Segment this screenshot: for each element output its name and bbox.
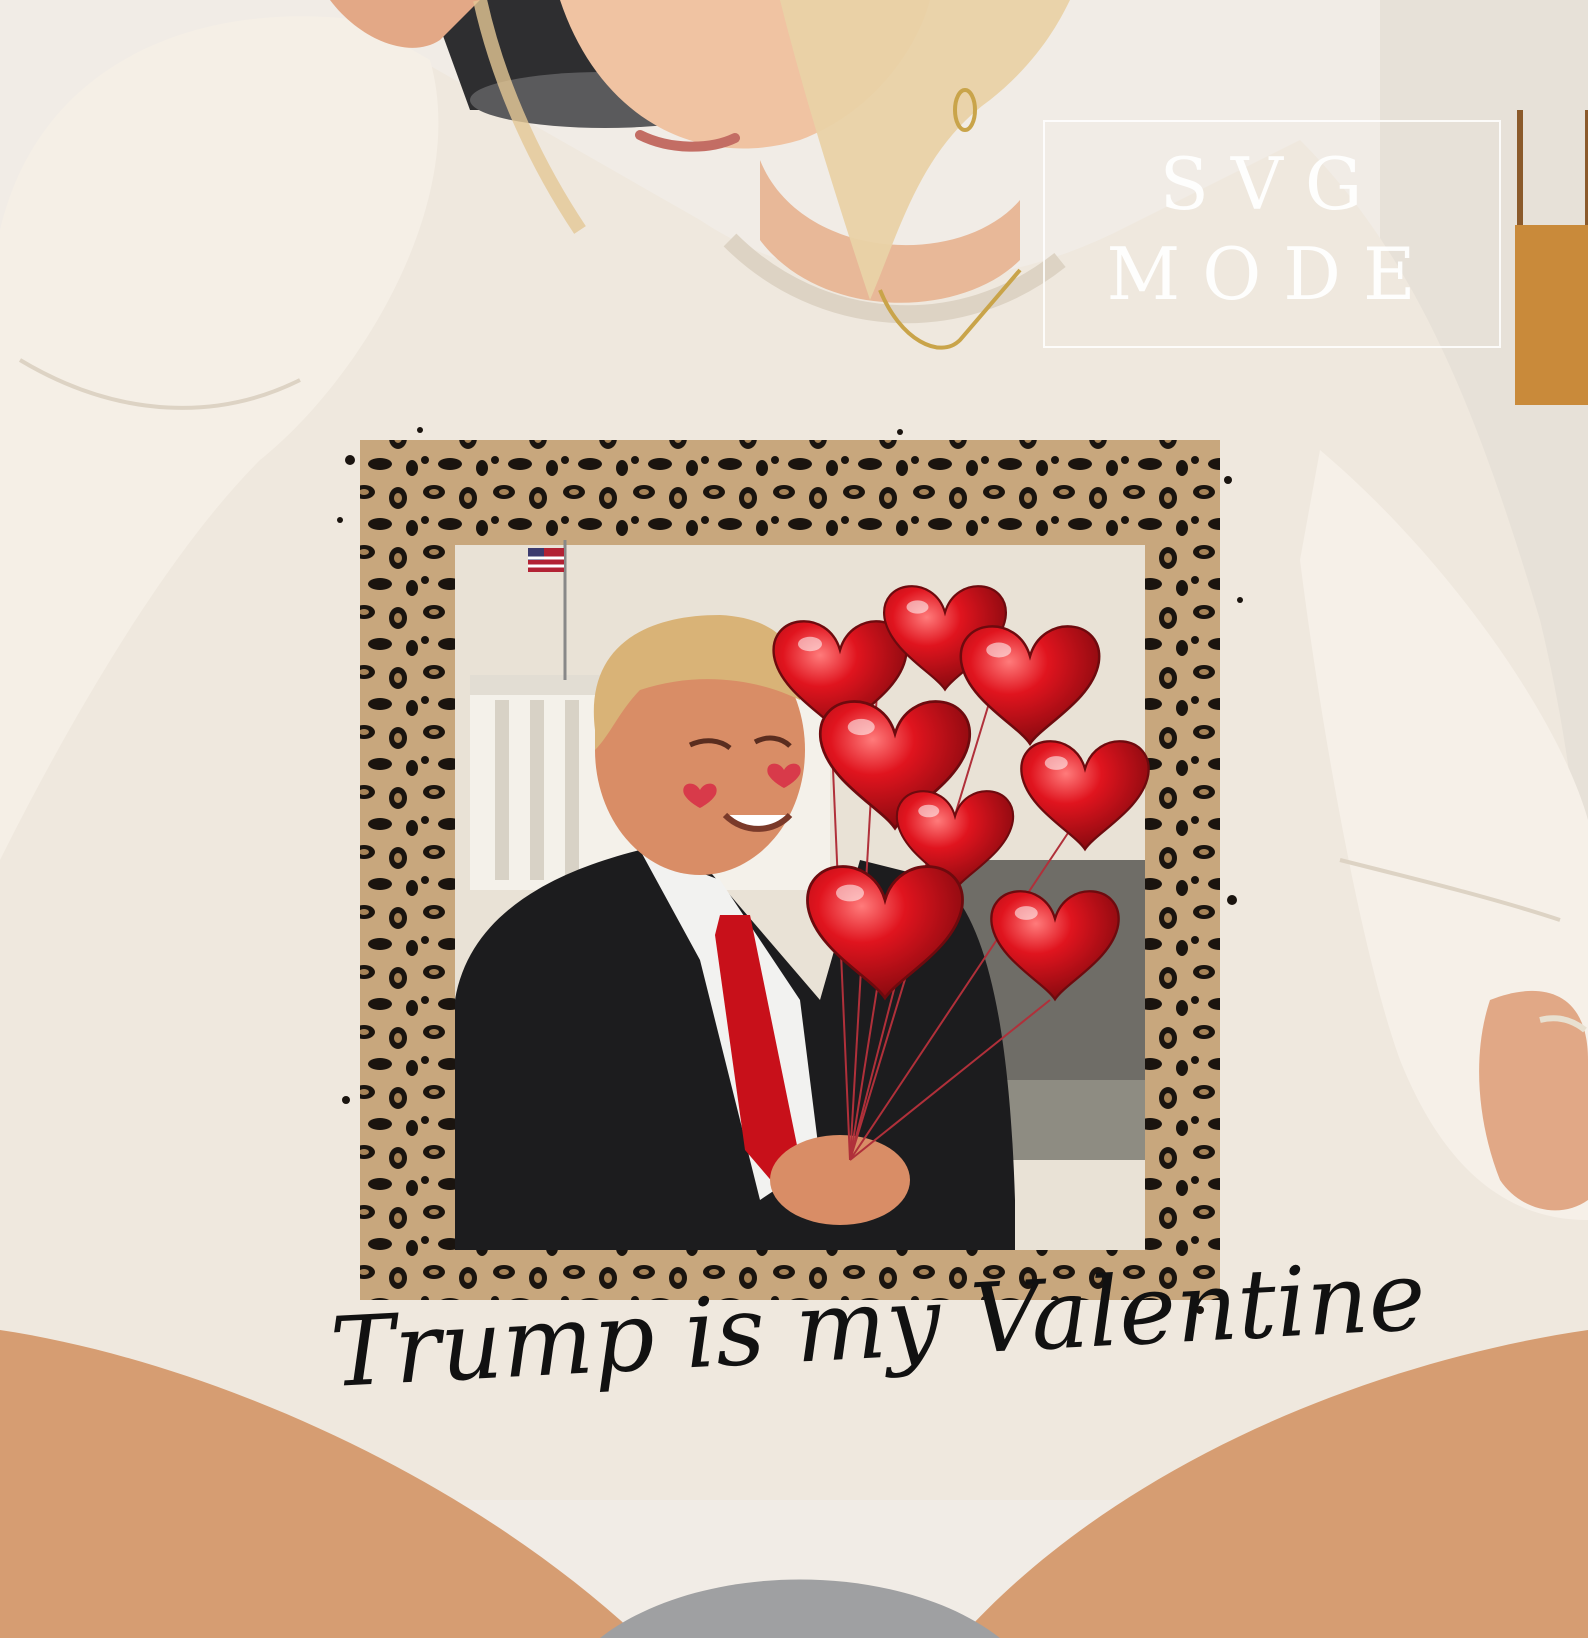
watermark-frame: SVG MODE: [1043, 120, 1501, 348]
watermark-line-1: SVG: [1159, 142, 1385, 226]
watermark-line-2: MODE: [1106, 232, 1438, 316]
